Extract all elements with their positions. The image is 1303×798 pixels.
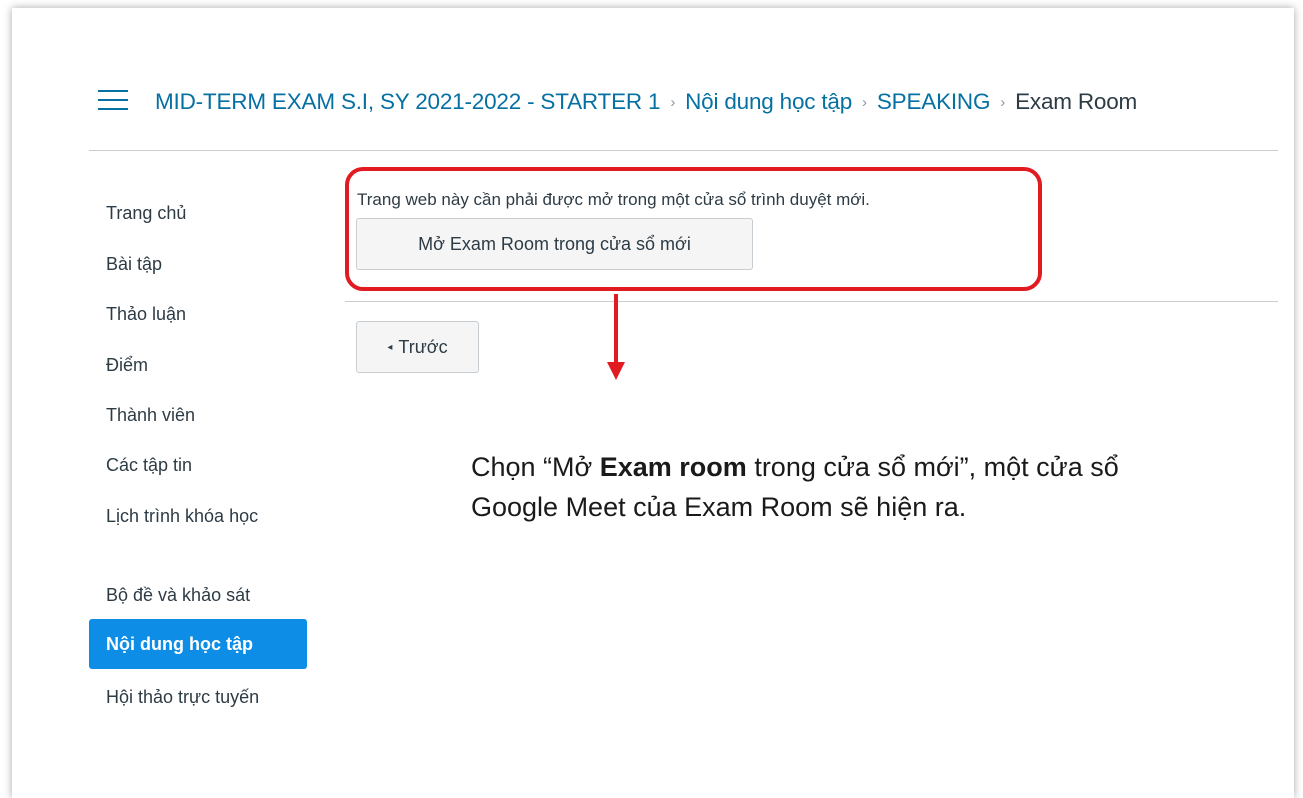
annotation-arrow-down-icon [607,362,625,380]
previous-button[interactable]: ◂ Trước [356,321,479,373]
breadcrumb-course[interactable]: MID-TERM EXAM S.I, SY 2021-2022 - STARTE… [155,89,661,115]
nav-modules[interactable]: Nội dung học tập [89,619,307,669]
new-window-notice: Trang web này cần phải được mở trong một… [357,190,870,209]
chevron-right-icon: › [670,93,676,111]
open-in-new-window-button[interactable]: Mở Exam Room trong cửa sổ mới [356,218,753,270]
instruction-part-1: Chọn “Mở [471,452,600,482]
nav-people[interactable]: Thành viên [89,402,307,428]
hamburger-menu-icon[interactable] [98,89,128,111]
breadcrumb: MID-TERM EXAM S.I, SY 2021-2022 - STARTE… [155,86,1137,118]
nav-conferences[interactable]: Hội thảo trực tuyến [89,684,269,710]
nav-grades[interactable]: Điểm [89,352,307,378]
annotation-arrow-shaft [614,294,618,364]
nav-discussions[interactable]: Thảo luận [89,301,307,327]
chevron-right-icon: › [862,93,867,111]
nav-files[interactable]: Các tập tin [89,452,307,478]
annotation-instruction: Chọn “Mở Exam room trong cửa sổ mới”, mộ… [471,447,1191,527]
breadcrumb-current: Exam Room [1015,89,1138,114]
previous-button-label: Trước [398,336,448,357]
content-divider [345,301,1278,302]
nav-assignments[interactable]: Bài tập [89,251,307,277]
breadcrumb-speaking[interactable]: SPEAKING [877,89,991,115]
nav-syllabus[interactable]: Lịch trình khóa học [89,503,269,529]
nav-home[interactable]: Trang chủ [89,200,307,226]
instruction-bold: Exam room [599,452,747,482]
caret-left-icon: ◂ [387,341,393,353]
breadcrumb-modules[interactable]: Nội dung học tập [685,89,852,115]
chevron-right-icon: › [1000,93,1006,111]
header-divider [89,150,1278,151]
nav-quizzes[interactable]: Bộ đề và khảo sát [89,582,307,608]
